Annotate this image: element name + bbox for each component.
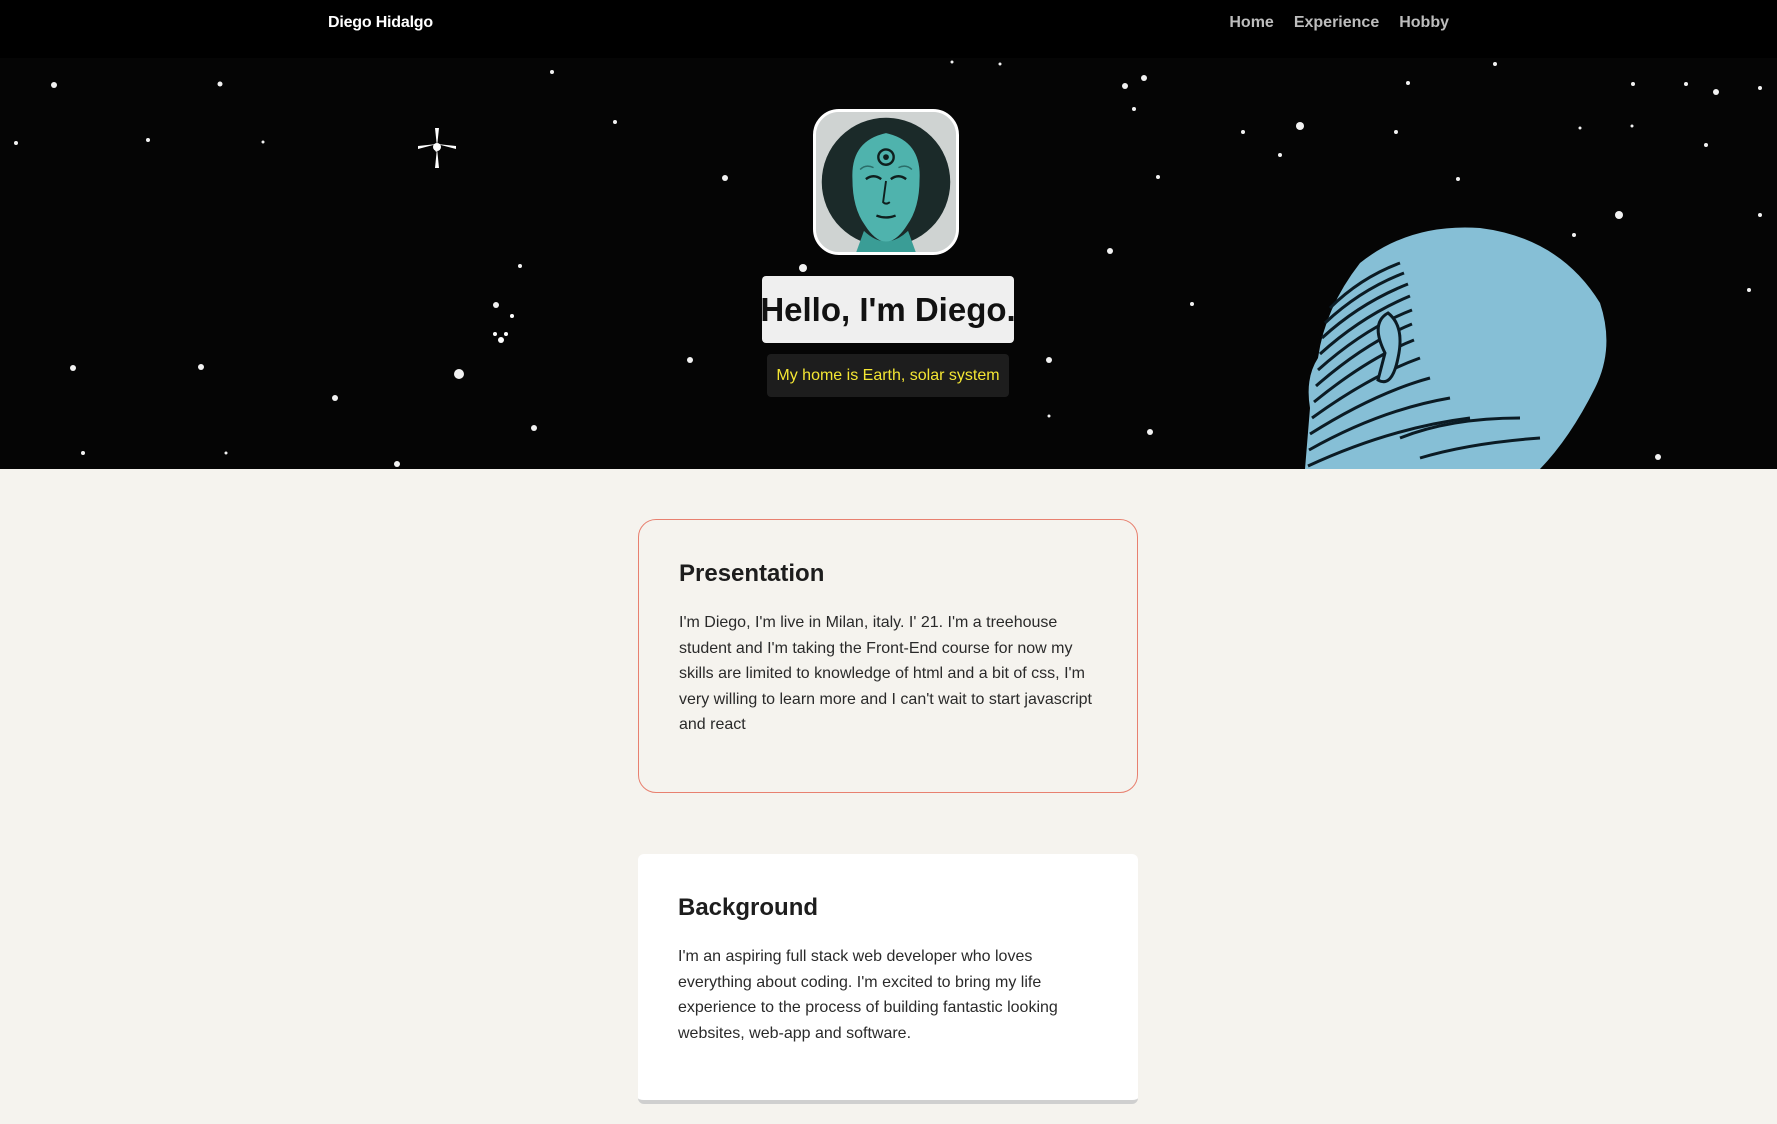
presentation-card: Presentation I'm Diego, I'm live in Mila… (638, 519, 1138, 793)
hero-banner: Hello, I'm Diego. My home is Earth, sola… (0, 58, 1777, 469)
nav-link-hobby[interactable]: Hobby (1399, 14, 1449, 32)
background-heading: Background (678, 894, 819, 921)
nav-link-home[interactable]: Home (1229, 14, 1273, 32)
presentation-heading: Presentation (679, 560, 825, 587)
presentation-text: I'm Diego, I'm live in Milan, italy. I' … (679, 614, 1092, 733)
avatar (813, 109, 959, 255)
hero-subtitle: My home is Earth, solar system (767, 354, 1009, 397)
doctor-manhattan-portrait-icon (816, 112, 956, 252)
background-text: I'm an aspiring full stack web developer… (678, 948, 1058, 1042)
brand-link[interactable]: Diego Hidalgo (328, 14, 433, 32)
nav-links: Home Experience Hobby (1229, 14, 1449, 32)
hero-title: Hello, I'm Diego. (760, 276, 1016, 343)
blue-head-illustration (1305, 227, 1607, 469)
navbar: Diego Hidalgo Home Experience Hobby (0, 0, 1777, 58)
nav-link-experience[interactable]: Experience (1294, 14, 1379, 32)
background-card: Background I'm an aspiring full stack we… (638, 854, 1138, 1104)
